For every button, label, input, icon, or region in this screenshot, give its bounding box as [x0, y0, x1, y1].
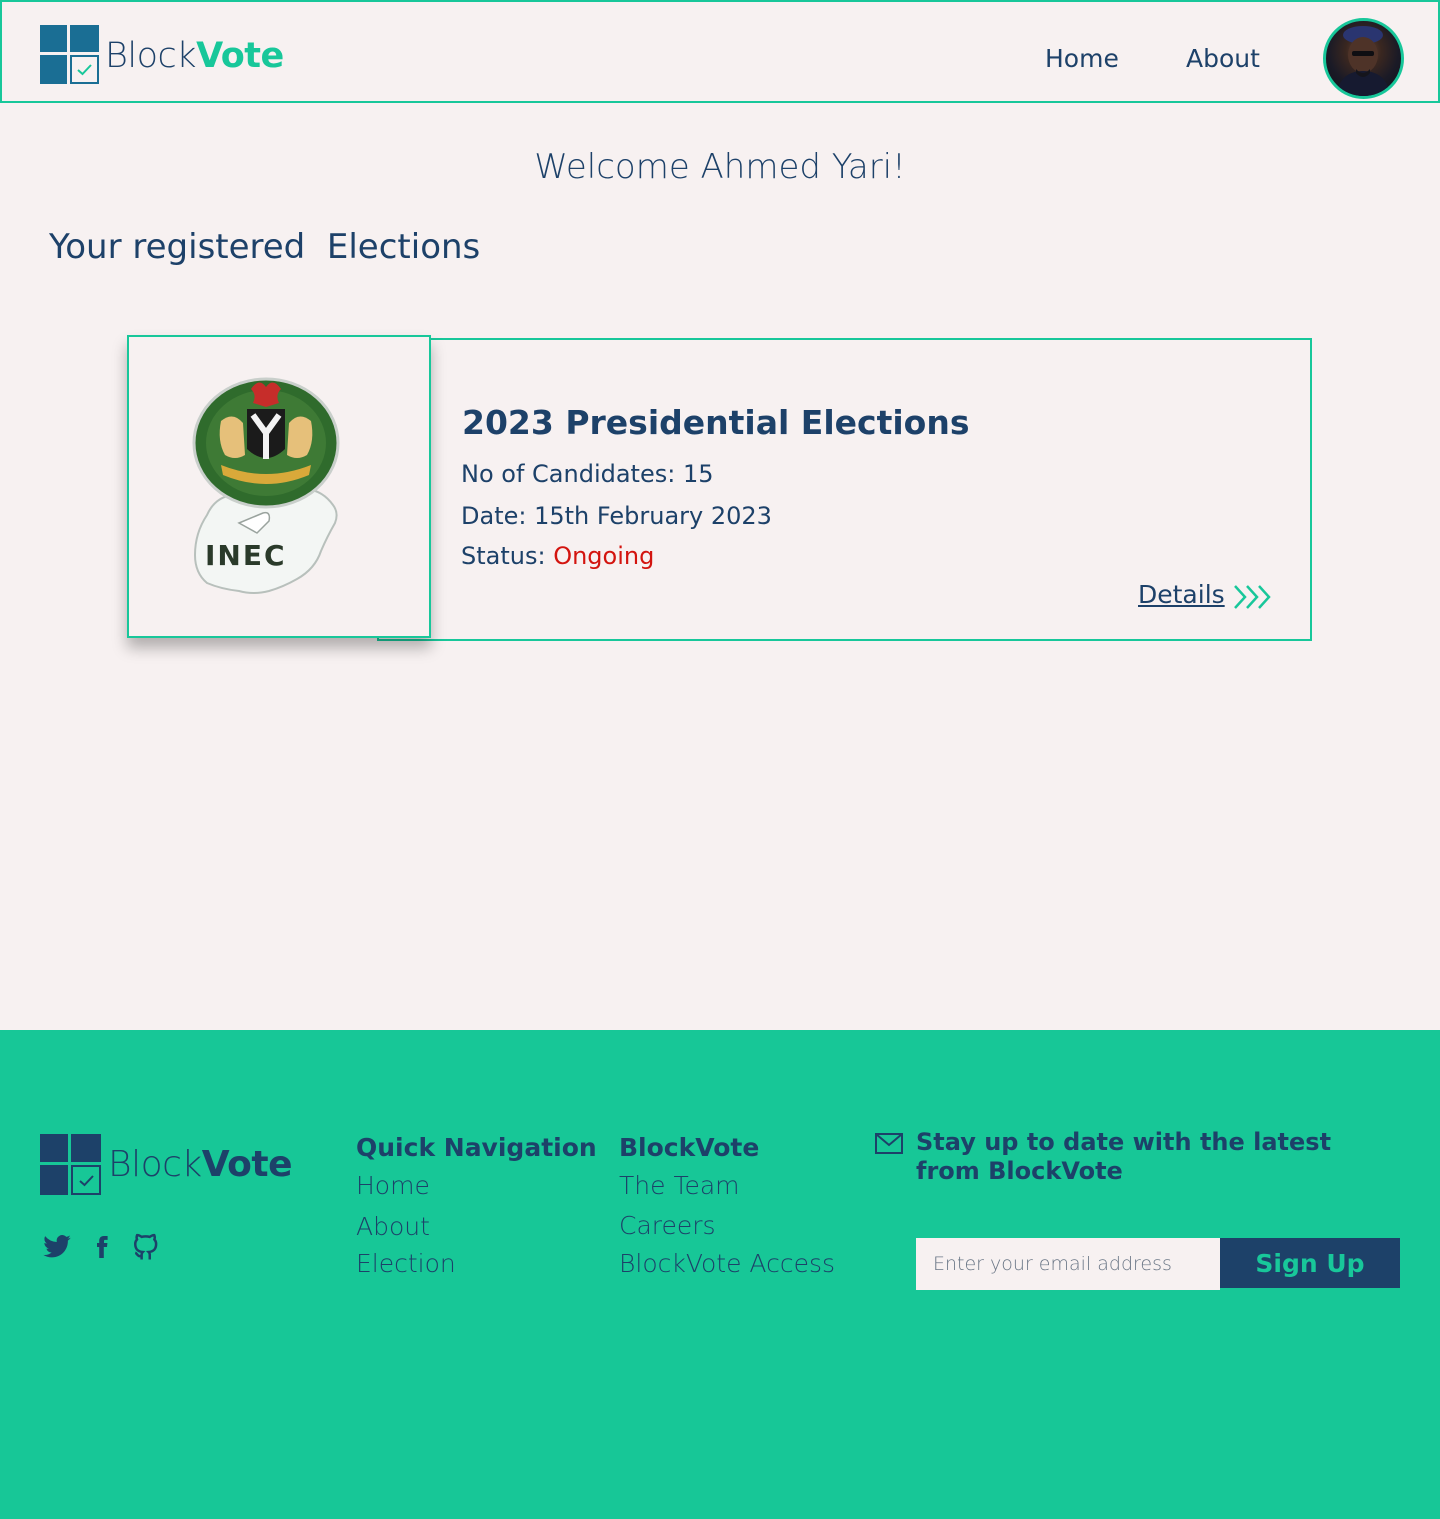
election-title: 2023 Presidential Elections: [462, 403, 970, 442]
footer-brand-logo[interactable]: BlockVote: [40, 1134, 293, 1195]
sign-up-button[interactable]: Sign Up: [1220, 1238, 1400, 1288]
footer-link-home[interactable]: Home: [356, 1171, 430, 1200]
twitter-icon[interactable]: [41, 1232, 73, 1262]
status-line: Status: Ongoing: [461, 542, 654, 570]
quick-navigation-heading: Quick Navigation: [356, 1133, 597, 1162]
welcome-heading: Welcome Ahmed Yari!: [534, 147, 906, 187]
top-navbar: BlockVote Home About: [0, 0, 1440, 103]
status-badge: Ongoing: [553, 542, 655, 570]
email-input[interactable]: [916, 1238, 1220, 1290]
svg-text:INEC: INEC: [205, 539, 287, 572]
candidates-label: No of Candidates:: [461, 460, 683, 488]
date-value: 15th February 2023: [534, 502, 772, 530]
candidates-value: 15: [682, 460, 714, 488]
footer-logo-wordmark: BlockVote: [108, 1144, 293, 1185]
details-link[interactable]: Details: [1138, 580, 1225, 609]
footer-link-blockvote-access[interactable]: BlockVote Access: [619, 1249, 835, 1278]
triple-chevron-right-icon[interactable]: [1232, 584, 1276, 610]
registered-elections-heading: Your registered Elections: [49, 227, 481, 267]
footer-link-the-team[interactable]: The Team: [619, 1171, 740, 1200]
logo-wordmark: BlockVote: [105, 35, 284, 76]
user-avatar[interactable]: [1323, 18, 1404, 99]
election-logo-frame: INEC: [127, 335, 431, 638]
nav-home-link[interactable]: Home: [1045, 44, 1119, 73]
inec-logo-icon: INEC: [192, 377, 340, 594]
candidates-line: No of Candidates: 15: [461, 460, 714, 488]
logo-mark-icon: [40, 25, 99, 84]
facebook-icon[interactable]: [90, 1232, 114, 1262]
nav-about-link[interactable]: About: [1186, 44, 1260, 73]
status-label: Status:: [461, 542, 554, 570]
footer-link-careers[interactable]: Careers: [619, 1211, 716, 1240]
newsletter-text: Stay up to date with the latest from Blo…: [916, 1128, 1332, 1185]
date-line: Date: 15th February 2023: [461, 502, 772, 530]
mail-icon: [875, 1133, 903, 1154]
company-heading: BlockVote: [619, 1133, 760, 1162]
footer-link-about[interactable]: About: [356, 1212, 430, 1241]
footer-logo-mark-icon: [40, 1134, 101, 1195]
footer-link-election[interactable]: Election: [356, 1249, 456, 1278]
brand-logo[interactable]: BlockVote: [40, 25, 284, 84]
date-label: Date:: [461, 502, 535, 530]
github-icon[interactable]: [131, 1232, 161, 1262]
